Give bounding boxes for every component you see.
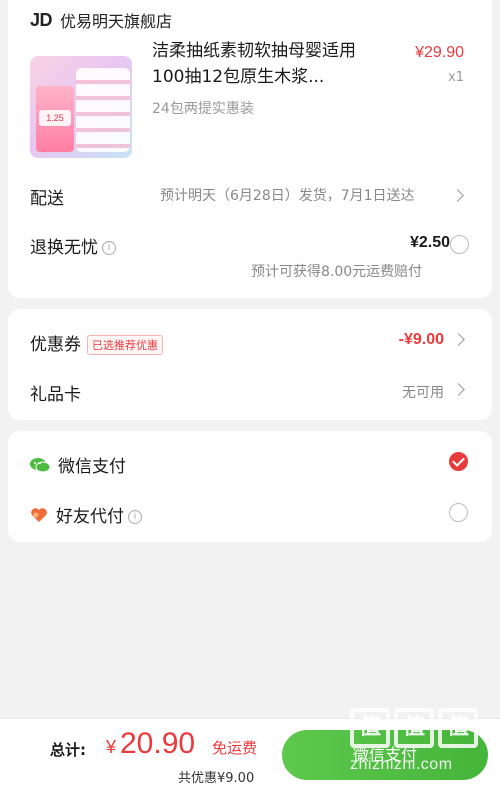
thumbnail-tissue-stack — [76, 68, 130, 152]
product-spec: 24包两提实惠装 — [152, 101, 254, 117]
shop-header[interactable]: JD 优易明天旗舰店 — [30, 8, 172, 32]
total-discount[interactable]: 共优惠¥9.00 — [178, 767, 254, 786]
free-shipping-label: 免运费 — [212, 739, 258, 757]
gift-card-chevron-icon[interactable] — [452, 383, 465, 396]
coupon-value[interactable]: -¥9.00 — [399, 331, 444, 349]
return-service-price: ¥2.50 — [409, 234, 450, 251]
shop-name[interactable]: 优易明天旗舰店 — [60, 8, 172, 32]
wechat-pay-row[interactable]: 微信支付 — [30, 452, 126, 478]
coupon-chevron-icon[interactable] — [452, 333, 465, 346]
wechat-pay-icon — [30, 457, 51, 478]
coupon-tag: 已选推荐优惠 — [87, 335, 163, 355]
delivery-label: 配送 — [30, 189, 64, 209]
total-label: 总计: — [50, 741, 86, 759]
total-currency: ¥ — [106, 737, 117, 757]
coupon-label: 优惠券 — [30, 335, 81, 355]
friend-pay-info-icon[interactable]: i — [128, 510, 142, 524]
info-icon[interactable]: i — [102, 241, 116, 255]
return-service-row[interactable]: 退换无忧 i — [30, 233, 116, 258]
total-amount: 20.90 — [120, 727, 196, 760]
discount-card: 优惠券 已选推荐优惠 -¥9.00 礼品卡 无可用 — [8, 309, 492, 420]
payment-card: 微信支付 好友代付 i — [8, 431, 492, 542]
gift-card-value[interactable]: 无可用 — [402, 382, 444, 402]
friend-pay-label: 好友代付 — [56, 507, 124, 527]
friend-pay-radio[interactable] — [449, 503, 468, 522]
product-thumbnail[interactable]: 1.25 — [30, 56, 132, 158]
return-service-note: 预计可获得8.00元运费赔付 — [251, 264, 423, 280]
wechat-pay-radio[interactable] — [449, 452, 468, 471]
product-title[interactable]: 洁柔抽纸素韧软抽母婴适用100抽12包原生木浆... — [152, 38, 372, 90]
checkout-bar: 总计: ¥ 20.90 免运费 共优惠¥9.00 微信支付 — [0, 718, 500, 789]
gift-card-label[interactable]: 礼品卡 — [30, 380, 81, 405]
wechat-pay-label: 微信支付 — [58, 457, 126, 477]
delivery-chevron-icon[interactable] — [451, 189, 464, 202]
heart-pay-icon — [30, 507, 48, 528]
order-card: JD 优易明天旗舰店 1.25 洁柔抽纸素韧软抽母婴适用100抽12包原生木浆.… — [8, 0, 492, 298]
friend-pay-row[interactable]: 好友代付 i — [30, 502, 142, 528]
jd-logo: JD — [30, 9, 53, 30]
coupon-row[interactable]: 优惠券 已选推荐优惠 — [30, 330, 163, 355]
return-service-radio[interactable] — [450, 235, 469, 254]
product-quantity: x1 — [448, 70, 464, 85]
product-price: ¥29.90 — [415, 44, 464, 61]
pay-button[interactable]: 微信支付 — [282, 730, 488, 780]
delivery-value[interactable]: 预计明天（6月28日）发货，7月1日送达 — [160, 185, 415, 205]
thumbnail-price: 1.25 — [39, 110, 71, 126]
return-service-label: 退换无忧 — [30, 238, 98, 258]
